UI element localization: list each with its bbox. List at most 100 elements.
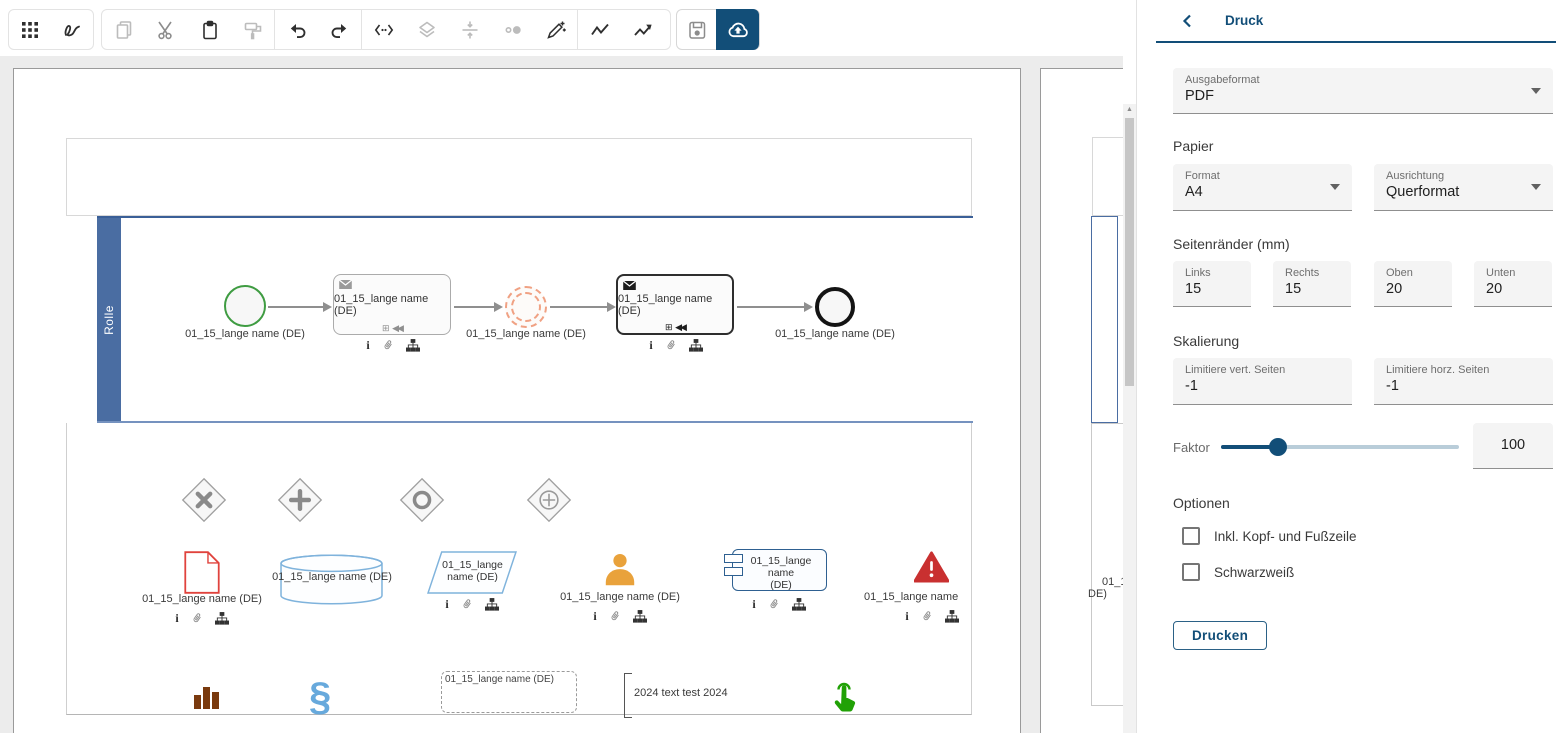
sitemap-icon (633, 610, 647, 623)
preview-page-1: Rolle 01_15_lange name (DE) 01_15_lange … (13, 68, 1021, 733)
sitemap-icon (406, 339, 420, 352)
scrollbar-up-icon[interactable]: ▲ (1123, 106, 1136, 113)
cloud-upload-button[interactable] (716, 9, 759, 50)
margin-top-input[interactable]: Oben 20 (1374, 261, 1452, 307)
end-event (815, 287, 855, 327)
limit-vertical-pages-input[interactable]: Limitiere vert. Seiten -1 (1173, 358, 1352, 405)
save-icon[interactable] (677, 10, 716, 49)
info-icon: i (752, 598, 755, 610)
paperclip-icon (382, 338, 394, 352)
start-event-label: 01_15_lange name (DE) (155, 328, 335, 340)
scrollbar-thumb[interactable] (1125, 118, 1134, 386)
exclusive-gateway-icon (181, 477, 227, 523)
dropdown-arrow-icon (1330, 184, 1340, 190)
task-1: 01_15_lange name (DE) ⊞ ◀◀ (333, 274, 451, 335)
space-tool-icon[interactable] (362, 10, 405, 49)
cut-icon[interactable] (145, 10, 188, 49)
task-markers: ⊞ ◀◀ (618, 322, 732, 332)
touch-hand-shape (829, 680, 859, 717)
layers-icon[interactable] (405, 10, 448, 49)
back-button[interactable] (1177, 11, 1197, 31)
info-icon: i (175, 612, 178, 624)
dashed-group-shape: 01_15_lange name (DE) (441, 671, 577, 713)
component-label: 01_15_lange name(DE) (741, 555, 821, 591)
factor-slider-thumb[interactable] (1269, 438, 1287, 456)
black-white-checkbox[interactable] (1182, 563, 1200, 581)
person-label: 01_15_lange name (DE) (530, 591, 710, 603)
message-icon (339, 280, 352, 289)
barchart-shape (194, 687, 219, 709)
inclusive-gateway-icon (399, 477, 445, 523)
orientation-select[interactable]: Ausrichtung Querformat (1374, 164, 1553, 211)
paperclip-icon (665, 338, 677, 352)
print-button[interactable]: Drucken (1173, 621, 1267, 650)
margin-bottom-input[interactable]: Unten 20 (1474, 261, 1552, 307)
freehand-draw-icon[interactable] (51, 10, 93, 49)
polyline-icon[interactable] (578, 10, 621, 49)
bar (194, 695, 201, 709)
task-label: 01_15_lange name (DE) (334, 293, 450, 317)
output-format-select[interactable]: Ausgabeformat PDF (1173, 68, 1553, 114)
sequence-flow (268, 306, 324, 308)
collapsed-pool-continued (1092, 137, 1123, 216)
grid-icon[interactable] (9, 10, 51, 49)
options-section-title: Optionen (1173, 495, 1230, 511)
text-annotation-bracket (624, 673, 632, 718)
dropdown-arrow-icon (1531, 88, 1541, 94)
intermediate-event-label: 01_15_lange name (DE) (436, 328, 616, 340)
redo-icon[interactable] (318, 10, 361, 49)
dropdown-arrow-icon (1531, 184, 1541, 190)
paper-format-select[interactable]: Format A4 (1173, 164, 1352, 211)
diagram-canvas[interactable]: Rolle 01_15_lange name (DE) 01_15_lange … (0, 56, 1123, 733)
toolbar (0, 0, 1136, 56)
margin-left-input[interactable]: Links 15 (1173, 261, 1251, 307)
margin-right-input[interactable]: Rechts 15 (1273, 261, 1351, 307)
sitemap-icon (689, 339, 703, 352)
black-white-checkbox-label: Schwarzweiß (1214, 565, 1294, 580)
task-label: 01_15_lange name (DE) (618, 293, 732, 317)
parallelogram-label: 01_15_langename (DE) (435, 559, 510, 583)
paste-icon[interactable] (188, 10, 231, 49)
end-event-label: 01_15_lange name (DE) (745, 328, 925, 340)
margins-section-title: Seitenränder (mm) (1173, 236, 1290, 252)
connect-dots-icon[interactable] (491, 10, 534, 49)
pool-rolle: Rolle 01_15_lange name (DE) 01_15_lange … (97, 216, 973, 423)
factor-slider[interactable] (1221, 445, 1459, 449)
info-icon: i (905, 610, 908, 622)
sitemap-icon (792, 598, 806, 611)
paperclip-icon (921, 609, 933, 623)
trendline-icon[interactable] (621, 10, 664, 49)
header-footer-checkbox-label: Inkl. Kopf- und Fußzeile (1214, 529, 1357, 544)
limit-horizontal-pages-input[interactable]: Limitiere horz. Seiten -1 (1374, 358, 1553, 405)
undo-icon[interactable] (275, 10, 318, 49)
toolbar-group-save (676, 9, 760, 50)
warning-shape (914, 551, 949, 583)
document-badges: i (162, 611, 242, 625)
canvas-scrollbar[interactable]: ▲ (1123, 104, 1136, 733)
info-icon: i (445, 598, 448, 610)
info-icon: i (593, 610, 596, 622)
factor-label: Faktor (1173, 440, 1210, 455)
task-2-badges: i (636, 338, 716, 352)
header-footer-checkbox[interactable] (1182, 527, 1200, 545)
factor-value-input[interactable]: 100 (1473, 423, 1553, 469)
sequence-flow (737, 306, 805, 308)
pool-continued (1091, 216, 1118, 423)
task-2: 01_15_lange name (DE) ⊞ ◀◀ (616, 274, 734, 335)
warning-badges: i (892, 609, 972, 623)
format-painter-icon[interactable] (231, 10, 274, 49)
component-badges: i (739, 597, 819, 611)
vertical-align-icon[interactable] (448, 10, 491, 49)
bar (203, 687, 210, 709)
modeler-app: Rolle 01_15_lange name (DE) 01_15_lange … (0, 0, 1556, 733)
intermediate-event (505, 286, 547, 328)
document-shape (184, 551, 220, 594)
lane-label: Rolle (102, 305, 116, 335)
edit-magic-icon[interactable] (534, 10, 577, 49)
warning-label: 01_15_lange name (D (864, 591, 961, 603)
component-shape: 01_15_lange name(DE) (732, 549, 827, 591)
copy-icon[interactable] (102, 10, 145, 49)
clipped-label: DE) (1088, 588, 1107, 600)
shapes-container: 01_15_lange name (DE) i 01_15_lange name… (66, 423, 972, 715)
toolbar-group-view (8, 9, 94, 50)
